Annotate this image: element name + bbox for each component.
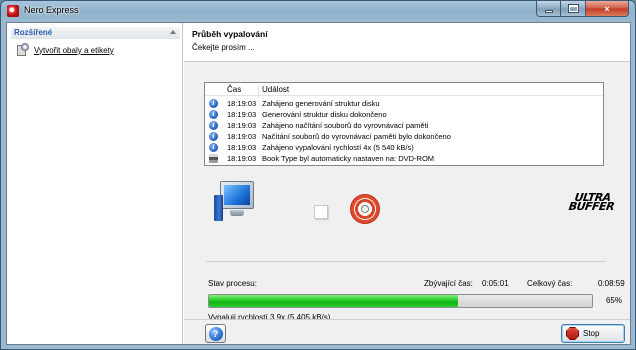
stop-icon xyxy=(566,327,579,340)
help-icon: ? xyxy=(208,326,223,341)
status-panel: Stav procesu: Zbývající čas: 0:05:01 Cel… xyxy=(184,261,630,322)
log-event: Zahájeno načítání souborů do vyrovnávací… xyxy=(262,121,429,130)
log-row[interactable]: i 18:19:03 Zahájeno generování struktur … xyxy=(205,98,603,109)
info-icon: i xyxy=(209,121,218,130)
sidebar-header[interactable]: Rozšířené xyxy=(11,27,180,39)
log-row[interactable]: i 18:19:03 Načítání souborů do vyrovnáva… xyxy=(205,131,603,142)
progress-percent: 65% xyxy=(605,296,622,305)
progress-fill xyxy=(209,295,458,307)
log-time: 18:19:03 xyxy=(227,132,257,141)
info-icon: i xyxy=(209,99,218,108)
sidebar-item-create-covers[interactable]: Vytvořit obaly a etikety xyxy=(16,42,114,58)
nero-app-icon xyxy=(7,5,19,17)
stop-button-label: Stop xyxy=(583,329,600,338)
log-event: Zahájeno generování struktur disku xyxy=(262,99,380,108)
log-row[interactable]: i 18:19:03 Zahájeno vypalování rychlostí… xyxy=(205,142,603,153)
burn-animation-area: ULTRA BUFFER xyxy=(184,171,630,261)
close-button[interactable]: × xyxy=(586,1,629,17)
total-time-value: 0:08:59 xyxy=(598,279,625,288)
log-row[interactable]: i 18:19:03 Zahájeno načítání souborů do … xyxy=(205,120,603,131)
footer-bar: ? Stop xyxy=(184,319,630,344)
log-header: Čas Událost xyxy=(205,83,603,98)
process-state-label: Stav procesu: xyxy=(208,279,257,288)
data-packet-icon xyxy=(314,205,328,219)
sidebar-header-label: Rozšířené xyxy=(14,28,53,37)
remaining-time-value: 0:05:01 xyxy=(482,279,509,288)
log-event: Book Type byl automaticky nastaven na: D… xyxy=(262,154,435,163)
burn-progress-bar xyxy=(208,294,593,308)
stop-button[interactable]: Stop xyxy=(561,324,625,343)
log-event: Načítání souborů do vyrovnávací paměti b… xyxy=(262,132,451,141)
close-icon: × xyxy=(604,3,610,14)
log-event: Zahájeno vypalování rychlostí 4x (5 540 … xyxy=(262,143,414,152)
maximize-button[interactable] xyxy=(561,1,586,17)
log-time: 18:19:03 xyxy=(227,121,257,130)
main-panel: Průběh vypalování Čekejte prosím ... Čas… xyxy=(184,23,630,344)
page-header: Průběh vypalování Čekejte prosím ... xyxy=(184,23,630,62)
minimize-icon xyxy=(544,10,553,13)
window-controls: × xyxy=(536,1,629,17)
computer-icon xyxy=(214,181,258,221)
log-time: 18:19:03 xyxy=(227,154,257,163)
sidebar: Rozšířené Vytvořit obaly a etikety xyxy=(7,23,183,344)
client-area: Rozšířené Vytvořit obaly a etikety Průbě… xyxy=(6,22,631,345)
app-window: Nero Express × Rozšířené Vytvořit obaly … xyxy=(0,0,636,350)
log-row[interactable]: 18:19:03 Book Type byl automaticky nasta… xyxy=(205,153,603,164)
log-time: 18:19:03 xyxy=(227,143,257,152)
log-time: 18:19:03 xyxy=(227,99,257,108)
title-bar[interactable]: Nero Express × xyxy=(1,1,635,21)
cover-label-icon xyxy=(16,43,30,57)
log-time: 18:19:03 xyxy=(227,110,257,119)
remaining-time-label: Zbývající čas: xyxy=(424,279,473,288)
info-icon: i xyxy=(209,110,218,119)
event-log-list[interactable]: Čas Událost i 18:19:03 Zahájeno generová… xyxy=(204,82,604,166)
help-button[interactable]: ? xyxy=(205,324,226,343)
info-icon: i xyxy=(209,132,218,141)
column-header-event[interactable]: Událost xyxy=(262,85,289,94)
disc-icon xyxy=(350,194,380,224)
chevron-up-icon[interactable] xyxy=(170,30,176,34)
printer-icon xyxy=(209,154,218,163)
log-row[interactable]: i 18:19:03 Generování struktur disku dok… xyxy=(205,109,603,120)
ultrabuffer-logo: ULTRA BUFFER xyxy=(567,191,615,213)
page-subtitle: Čekejte prosím ... xyxy=(192,43,255,52)
minimize-button[interactable] xyxy=(536,1,561,17)
log-event: Generování struktur disku dokončeno xyxy=(262,110,387,119)
total-time-label: Celkový čas: xyxy=(527,279,573,288)
divider xyxy=(206,261,606,262)
column-separator xyxy=(258,85,259,98)
page-title: Průběh vypalování xyxy=(192,29,268,39)
maximize-icon xyxy=(567,4,579,13)
sidebar-item-label: Vytvořit obaly a etikety xyxy=(34,45,114,55)
column-header-time[interactable]: Čas xyxy=(227,85,241,94)
window-title: Nero Express xyxy=(24,5,79,15)
info-icon: i xyxy=(209,143,218,152)
